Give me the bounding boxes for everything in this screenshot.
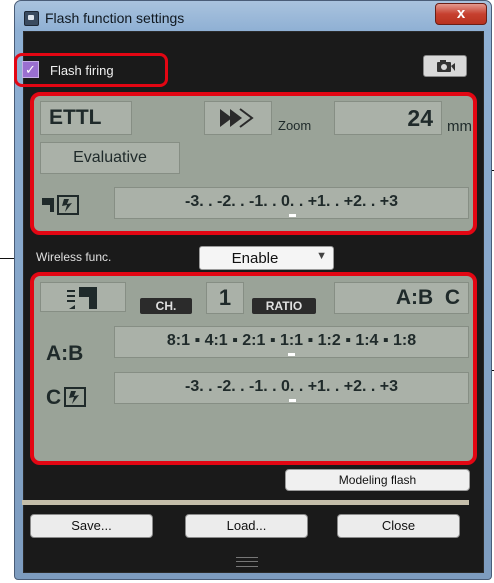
ab-ratio-indicator	[288, 353, 295, 356]
flash-settings-panel: ETTL Zoom 24 mm Evaluative -3. . -2. . -…	[30, 92, 477, 235]
save-button[interactable]: Save...	[30, 514, 153, 538]
flash-exposure-compensation-scale[interactable]: -3. . -2. . -1. . 0. . +1. . +2. . +3	[114, 187, 469, 219]
ab-ratio-scale[interactable]: 8:1 ▪ 4:1 ▪ 2:1 ▪ 1:1 ▪ 1:2 ▪ 1:4 ▪ 1:8	[114, 326, 469, 358]
wireless-settings-panel: CH. 1 RATIO A:B C A:B 8:1 ▪ 4:1 ▪ 2:1 ▪ …	[30, 272, 477, 465]
close-button[interactable]: Close	[337, 514, 460, 538]
flash-fec-icon	[64, 387, 86, 407]
load-button[interactable]: Load...	[185, 514, 308, 538]
wireless-func-dropdown[interactable]: Enable ▼	[199, 246, 334, 270]
resize-grip[interactable]	[236, 557, 258, 567]
wireless-flash-icon	[67, 287, 97, 309]
wireless-func-value: Enable	[231, 250, 279, 267]
title-bar[interactable]: Flash function settings x	[15, 1, 491, 33]
chevron-down-icon: ▼	[316, 250, 327, 262]
ratio-mode[interactable]: A:B C	[334, 282, 469, 314]
close-window-button[interactable]: x	[435, 3, 487, 25]
wireless-icon-cell	[40, 282, 126, 312]
c-fec-indicator	[289, 399, 296, 402]
c-scale-text: -3. . -2. . -1. . 0. . +1. . +2. . +3	[185, 378, 398, 395]
zoom-value[interactable]: 24	[334, 101, 442, 135]
ab-label: A:B	[46, 342, 84, 365]
wireless-func-label: Wireless func.	[36, 250, 112, 264]
flash-mode[interactable]: ETTL	[40, 101, 132, 135]
modeling-flash-button[interactable]: Modeling flash	[285, 469, 470, 491]
window-title: Flash function settings	[45, 10, 185, 26]
ab-scale-text: 8:1 ▪ 4:1 ▪ 2:1 ▪ 1:1 ▪ 1:2 ▪ 1:4 ▪ 1:8	[166, 332, 417, 349]
divider	[22, 500, 469, 505]
zoom-label: Zoom	[278, 118, 312, 133]
high-speed-sync-button[interactable]	[204, 101, 272, 135]
camera-settings-button[interactable]	[423, 55, 467, 77]
camera-settings-icon	[437, 60, 455, 72]
app-icon	[24, 11, 39, 26]
channel-value[interactable]: 1	[206, 282, 244, 314]
high-speed-sync-icon	[220, 108, 254, 128]
fec-scale-text: -3. . -2. . -1. . 0. . +1. . +2. . +3	[185, 193, 398, 210]
c-label: C	[46, 386, 62, 409]
flash-fec-icon	[42, 195, 79, 215]
flash-firing-checkbox[interactable]: ✓	[22, 61, 39, 78]
c-exposure-compensation-scale[interactable]: -3. . -2. . -1. . 0. . +1. . +2. . +3	[114, 372, 469, 404]
metering-mode[interactable]: Evaluative	[40, 142, 180, 174]
ratio-label: RATIO	[252, 298, 316, 314]
zoom-unit: mm	[447, 118, 472, 135]
channel-label: CH.	[140, 298, 192, 314]
fec-indicator	[289, 214, 296, 217]
flash-firing-label: Flash firing	[50, 63, 114, 78]
